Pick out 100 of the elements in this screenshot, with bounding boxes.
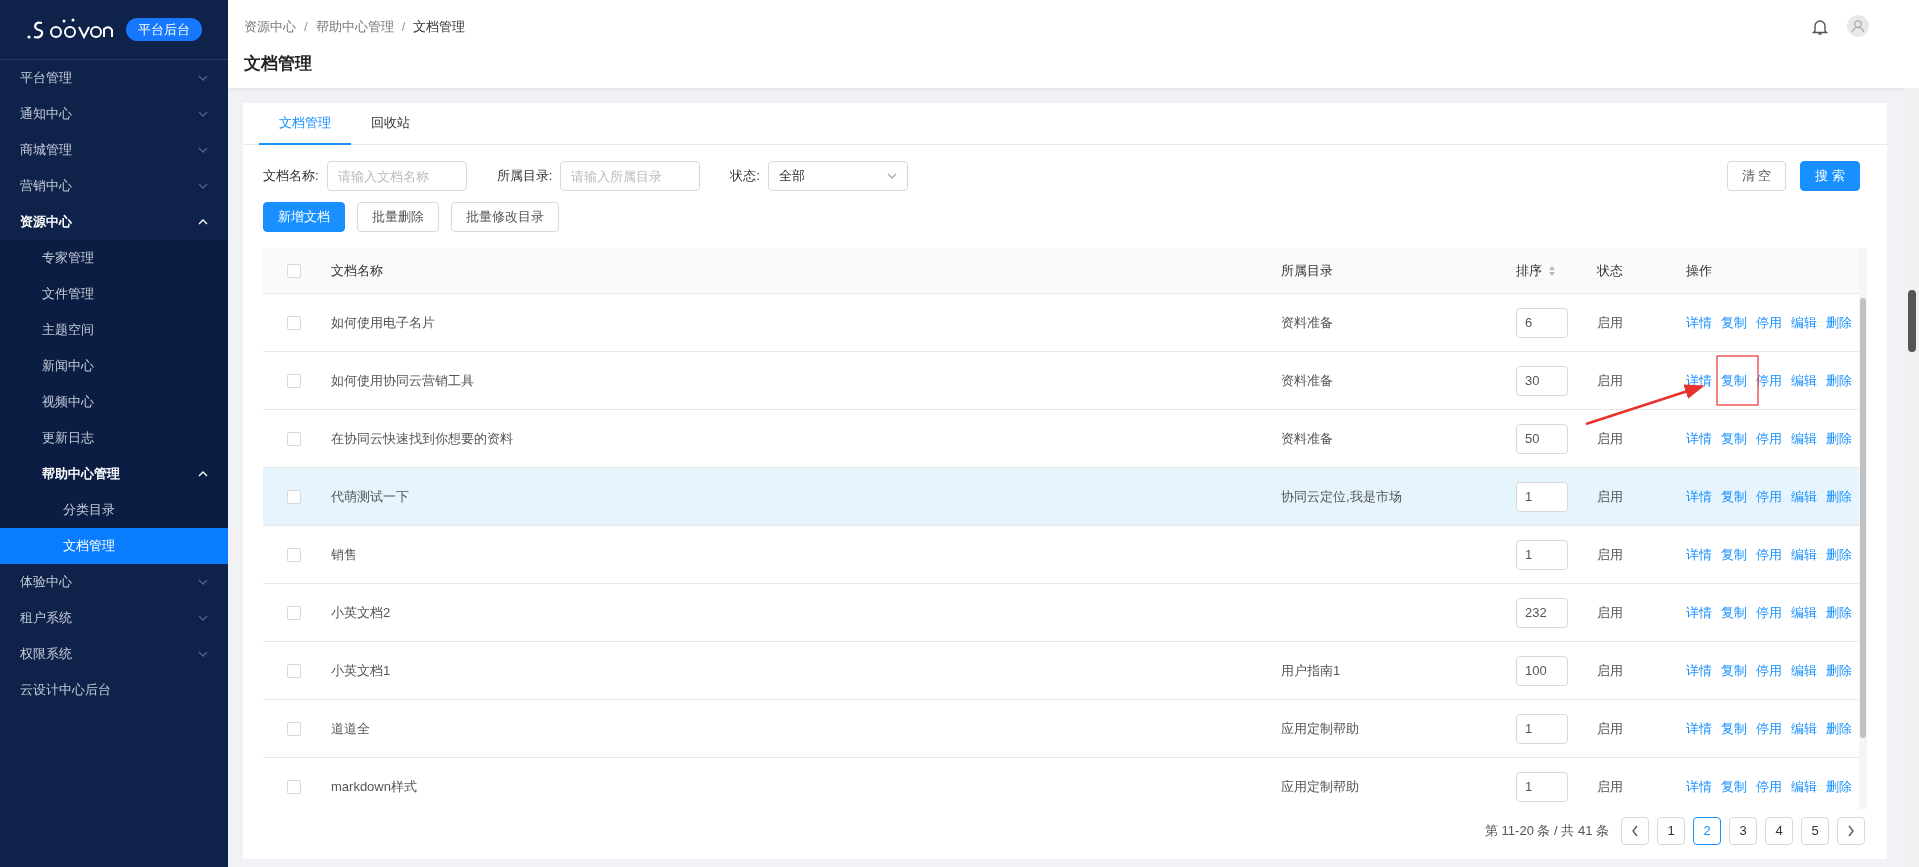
action-link[interactable]: 停用 [1756, 602, 1782, 623]
menu-item[interactable]: 体验中心 [0, 564, 228, 600]
order-field[interactable]: 50 [1516, 423, 1568, 454]
action-link[interactable]: 删除 [1826, 370, 1852, 391]
row-checkbox[interactable] [287, 663, 301, 678]
menu-item[interactable]: 云设计中心后台 [0, 672, 228, 708]
action-link[interactable]: 停用 [1756, 544, 1782, 565]
action-link[interactable]: 编辑 [1791, 312, 1817, 333]
order-field[interactable]: 30 [1516, 365, 1568, 396]
avatar-icon[interactable] [1847, 15, 1869, 37]
select-field[interactable]: 全部 [767, 161, 908, 191]
menu-item[interactable]: 更新日志 [0, 420, 228, 456]
row-checkbox[interactable] [287, 263, 301, 278]
menu-item[interactable]: 主题空间 [0, 312, 228, 348]
action-link[interactable]: 停用 [1756, 718, 1782, 739]
action-link[interactable]: 复制 [1721, 660, 1747, 681]
page-button[interactable]: 4 [1765, 817, 1793, 845]
action-link[interactable]: 删除 [1826, 428, 1852, 449]
previous-page-button[interactable] [1621, 817, 1649, 845]
row-checkbox[interactable] [287, 721, 301, 736]
menu-item[interactable]: 文档管理 [0, 528, 228, 564]
menu-item[interactable]: 商城管理 [0, 132, 228, 168]
action-link[interactable]: 编辑 [1791, 776, 1817, 797]
action-link[interactable]: 编辑 [1791, 428, 1817, 449]
action-link[interactable]: 删除 [1826, 776, 1852, 797]
action-link[interactable]: 复制 [1721, 602, 1747, 623]
page-button[interactable]: 3 [1729, 817, 1757, 845]
order-field[interactable]: 6 [1516, 307, 1568, 338]
action-button[interactable]: 批量修改目录 [451, 202, 559, 232]
page-button[interactable]: 2 [1693, 817, 1721, 845]
tab[interactable]: 回收站 [351, 103, 430, 145]
table-row[interactable]: 代萌测试一下 协同云定位,我是市场 1 启用 详情 复制 停用 编辑 删除 [263, 468, 1859, 526]
action-link[interactable]: 复制 [1721, 544, 1747, 565]
action-link[interactable]: 编辑 [1791, 544, 1817, 565]
order-field[interactable]: 1 [1516, 481, 1568, 512]
action-link[interactable]: 复制 [1721, 486, 1747, 507]
breadcrumb-link[interactable]: 资源中心 [244, 17, 296, 37]
action-link[interactable]: 复制 [1721, 776, 1747, 797]
input-field[interactable]: 请输入文档名称 [326, 161, 467, 191]
action-link[interactable]: 详情 [1686, 718, 1712, 739]
menu-item[interactable]: 视频中心 [0, 384, 228, 420]
notification-icon[interactable] [1812, 18, 1828, 36]
order-field[interactable]: 1 [1516, 771, 1568, 802]
order-field[interactable]: 1 [1516, 539, 1568, 570]
action-link[interactable]: 详情 [1686, 602, 1712, 623]
menu-item[interactable]: 租户系统 [0, 600, 228, 636]
row-checkbox[interactable] [287, 779, 301, 794]
menu-item[interactable]: 权限系统 [0, 636, 228, 672]
action-link[interactable]: 停用 [1756, 428, 1782, 449]
action-link[interactable]: 删除 [1826, 602, 1852, 623]
action-link[interactable]: 删除 [1826, 486, 1852, 507]
order-field[interactable]: 232 [1516, 597, 1568, 628]
row-checkbox[interactable] [287, 605, 301, 620]
action-link[interactable]: 删除 [1826, 660, 1852, 681]
action-link[interactable]: 删除 [1826, 544, 1852, 565]
row-checkbox[interactable] [287, 431, 301, 446]
tab[interactable]: 文档管理 [259, 103, 351, 145]
action-link[interactable]: 复制 [1721, 312, 1747, 333]
menu-item[interactable]: 文件管理 [0, 276, 228, 312]
row-checkbox[interactable] [287, 373, 301, 388]
action-link[interactable]: 编辑 [1791, 718, 1817, 739]
action-link[interactable]: 停用 [1756, 486, 1782, 507]
page-scrollbar[interactable] [1905, 88, 1919, 867]
input-field[interactable]: 请输入所属目录 [560, 161, 701, 191]
next-page-button[interactable] [1837, 817, 1865, 845]
menu-item[interactable]: 通知中心 [0, 96, 228, 132]
action-link[interactable]: 详情 [1686, 428, 1712, 449]
breadcrumb-link[interactable]: 帮助中心管理 [315, 17, 394, 37]
menu-item[interactable]: 帮助中心管理 [0, 456, 228, 492]
action-link[interactable]: 编辑 [1791, 660, 1817, 681]
action-link[interactable]: 详情 [1686, 776, 1712, 797]
action-link[interactable]: 停用 [1756, 312, 1782, 333]
action-button[interactable]: 搜 索 [1800, 161, 1860, 191]
action-button[interactable]: 清 空 [1726, 161, 1787, 191]
action-link[interactable]: 删除 [1826, 312, 1852, 333]
action-link[interactable]: 编辑 [1791, 602, 1817, 623]
order-field[interactable]: 1 [1516, 713, 1568, 744]
action-link[interactable]: 详情 [1686, 544, 1712, 565]
action-link[interactable]: 详情 [1686, 486, 1712, 507]
row-checkbox[interactable] [287, 547, 301, 562]
action-link[interactable]: 详情 [1686, 312, 1712, 333]
action-link[interactable]: 编辑 [1791, 486, 1817, 507]
row-checkbox[interactable] [287, 489, 301, 504]
action-link[interactable]: 详情 [1686, 660, 1712, 681]
action-link[interactable]: 停用 [1756, 370, 1782, 391]
action-link[interactable]: 编辑 [1791, 370, 1817, 391]
action-link[interactable]: 复制 [1721, 370, 1747, 391]
action-link[interactable]: 停用 [1756, 776, 1782, 797]
menu-item[interactable]: 营销中心 [0, 168, 228, 204]
table-scrollbar[interactable] [1859, 248, 1867, 809]
action-link[interactable]: 复制 [1721, 428, 1747, 449]
action-link[interactable]: 复制 [1721, 718, 1747, 739]
menu-item[interactable]: 分类目录 [0, 492, 228, 528]
action-button[interactable]: 新增文档 [263, 202, 345, 232]
action-link[interactable]: 删除 [1826, 718, 1852, 739]
order-field[interactable]: 100 [1516, 655, 1568, 686]
menu-item[interactable]: 平台管理 [0, 60, 228, 96]
page-button[interactable]: 5 [1801, 817, 1829, 845]
menu-item[interactable]: 资源中心 [0, 204, 228, 240]
action-button[interactable]: 批量删除 [357, 202, 439, 232]
